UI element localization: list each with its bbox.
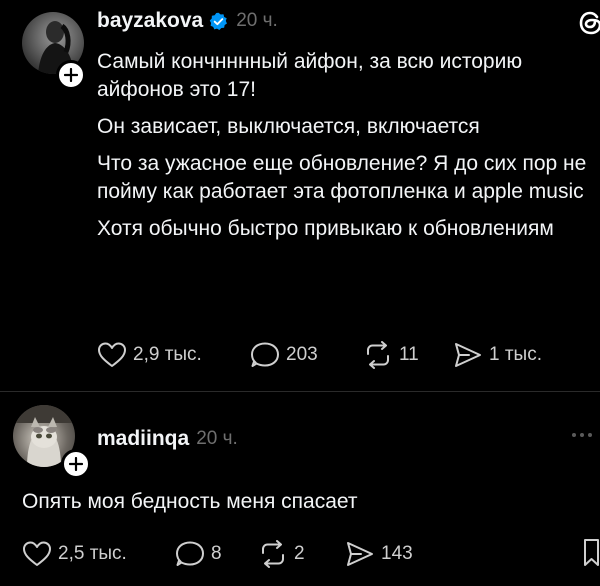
comment-button[interactable]: 203 [250,341,318,369]
post-username[interactable]: bayzakova [97,9,203,33]
post-body: Самый кончнннный айфон, за всю историю а… [97,48,597,252]
comment-count: 8 [211,543,222,564]
reply-header: madiinqa 20 ч. [97,427,238,451]
repost-button[interactable]: 2 [258,540,305,568]
heart-icon [23,541,51,566]
repost-icon [367,341,389,369]
share-count: 143 [381,543,413,564]
post-paragraph: Самый кончнннный айфон, за всю историю а… [97,50,523,101]
like-button[interactable]: 2,9 тыс. [97,341,202,369]
like-button[interactable]: 2,5 тыс. [22,540,127,568]
post-header: bayzakova 20 ч. [97,9,278,33]
reply-body: Опять моя бедность меня спасает [22,490,358,513]
comment-button[interactable]: 8 [175,540,222,568]
plus-icon [69,457,83,471]
send-icon [455,343,481,367]
send-icon [347,542,373,566]
post-time: 20 ч. [236,10,278,31]
more-dots-icon[interactable] [570,428,598,446]
repost-count: 11 [399,344,419,365]
repost-button[interactable]: 11 [363,341,419,369]
share-button[interactable]: 143 [345,540,413,568]
like-count: 2,9 тыс. [133,344,202,365]
share-button[interactable]: 1 тыс. [453,341,542,369]
comment-bubble-icon [176,541,204,566]
divider [0,391,600,392]
repost-icon [262,540,284,568]
comment-bubble-icon [251,342,279,367]
bookmark-icon[interactable] [583,538,600,573]
verified-badge-icon [209,12,228,30]
threads-logo-icon[interactable] [578,9,600,42]
heart-icon [98,342,126,367]
post-paragraph: Хотя обычно быстро привыкаю к обновления… [97,217,554,240]
like-count: 2,5 тыс. [58,543,127,564]
follow-button[interactable] [61,449,91,479]
post-paragraph: Он зависает, выключается, включается [97,115,480,138]
share-count: 1 тыс. [489,344,542,365]
repost-count: 2 [294,543,305,564]
reply-username[interactable]: madiinqa [97,427,189,451]
reply-time: 20 ч. [196,428,238,449]
comment-count: 203 [286,344,318,365]
plus-icon [64,68,78,82]
follow-button[interactable] [56,60,86,90]
post-paragraph: Что за ужасное еще обновление? Я до сих … [97,152,587,203]
